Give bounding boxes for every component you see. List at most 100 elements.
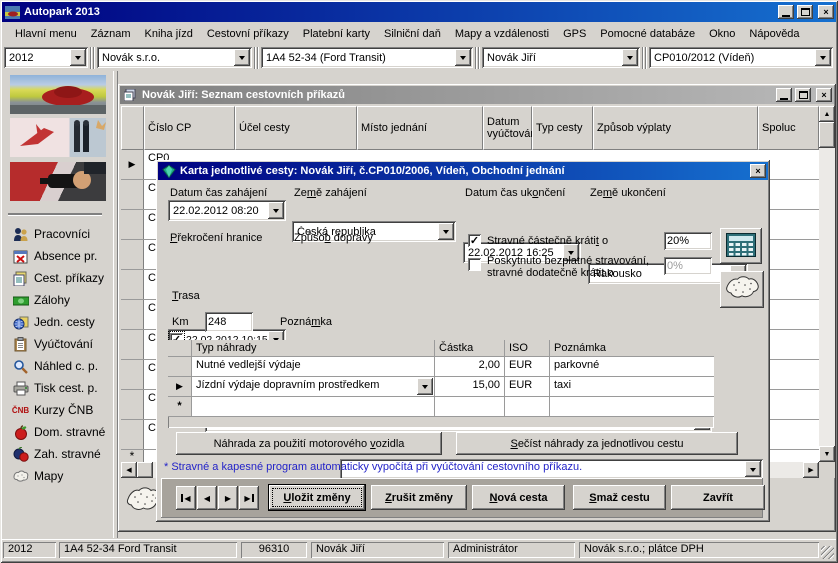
sidebar-item-nahled[interactable]: Náhled c. p.	[12, 358, 98, 374]
column-header-misto-jednani[interactable]: Místo jednání	[357, 106, 483, 150]
chevron-down-icon[interactable]	[268, 202, 284, 219]
menu-okno[interactable]: Okno	[702, 25, 742, 43]
chevron-down-icon[interactable]	[455, 49, 471, 66]
chevron-down-icon[interactable]	[745, 461, 761, 477]
close-button[interactable]: ×	[816, 88, 832, 102]
column-header-typ-cesty[interactable]: Typ cesty	[532, 106, 593, 150]
column-header-datum-vyuctovani[interactable]: Datum vyúčtování	[483, 106, 532, 150]
vertical-scrollbar[interactable]: ▲ ▼	[819, 106, 835, 462]
chevron-down-icon[interactable]	[234, 49, 250, 66]
vehicle-combobox[interactable]: 1A4 52-34 (Ford Transit)	[261, 47, 473, 68]
column-header-spolucestujici[interactable]: Spoluc	[758, 106, 819, 150]
maximize-button[interactable]	[795, 88, 811, 102]
company-combobox[interactable]: Novák s.r.o.	[97, 47, 252, 68]
save-changes-button[interactable]: Uložit změny	[268, 484, 366, 511]
first-record-button[interactable]: ◀	[176, 486, 196, 510]
row-selector[interactable]	[121, 270, 144, 299]
menu-platebni-karty[interactable]: Platební karty	[296, 25, 377, 43]
meal-reduction-row: ✓ Stravné částečně krátit o	[468, 234, 608, 247]
start-datetime-combobox[interactable]: 22.02.2012 08:20	[168, 200, 286, 221]
chevron-down-icon[interactable]	[622, 49, 638, 66]
menu-hlavni-menu[interactable]: Hlavní menu	[8, 25, 84, 43]
menu-napoveda[interactable]: Nápověda	[742, 25, 806, 43]
sidebar-item-mapy[interactable]: Mapy	[12, 468, 63, 484]
sidebar-item-dom-stravne[interactable]: Dom. stravné	[12, 424, 105, 440]
menu-gps[interactable]: GPS	[556, 25, 593, 43]
meal-reduction-checkbox[interactable]: ✓	[468, 234, 481, 247]
meal-reduction-input[interactable]	[664, 232, 712, 250]
resize-grip[interactable]	[821, 546, 834, 559]
menu-silnicni-dan[interactable]: Silniční daň	[377, 25, 448, 43]
menu-zaznam[interactable]: Záznam	[84, 25, 138, 43]
row-selector[interactable]	[121, 300, 144, 329]
sum-compensation-button[interactable]: Sečíst náhrady za jednotlivou cestu	[456, 432, 738, 455]
travel-orders-icon	[122, 87, 139, 103]
row-selector[interactable]	[121, 360, 144, 389]
expense-row-current[interactable]: ▶ Jízdní výdaje dopravním prostředkem 15…	[168, 377, 714, 397]
sidebar-item-jedn-cesty[interactable]: Jedn. cesty	[12, 314, 95, 330]
menubar: Hlavní menu Záznam Kniha jízd Cestovní p…	[2, 24, 836, 44]
column-header-ucel-cesty[interactable]: Účel cesty	[235, 106, 357, 150]
column-header-zpusob-vyplaty[interactable]: Způsob výplaty	[593, 106, 758, 150]
banknote-icon	[12, 292, 29, 308]
vehicle-compensation-button[interactable]: Náhrada za použití motorového vozidla	[176, 432, 442, 455]
expense-type-combobox[interactable]: Jízdní výdaje dopravním prostředkem	[192, 377, 435, 396]
sidebar-item-pracovnici[interactable]: Pracovníci	[12, 226, 90, 242]
sidebar-item-zalohy[interactable]: Zálohy	[12, 292, 70, 308]
expense-new-row[interactable]: *	[168, 397, 714, 417]
expenses-table: Typ náhrady Částka ISO Poznámka Nutné ve…	[168, 340, 714, 428]
scroll-right-icon[interactable]: ▶	[803, 462, 819, 478]
horizontal-scrollbar-thumb[interactable]	[137, 462, 153, 478]
menu-cestovni-prikazy[interactable]: Cestovní příkazy	[200, 25, 296, 43]
menu-pomocne-databaze[interactable]: Pomocné databáze	[593, 25, 702, 43]
delete-trip-button[interactable]: Smaž cestu	[573, 485, 666, 510]
row-selector[interactable]	[121, 390, 144, 419]
close-button[interactable]: ×	[818, 5, 834, 19]
sidebar-item-vyuctovani[interactable]: Vyúčtování	[12, 336, 93, 352]
status-vehicle: 1A4 52-34 Ford Transit	[59, 542, 237, 558]
sidebar-item-cest-prikazy[interactable]: Cest. příkazy	[12, 270, 104, 286]
row-selector[interactable]	[168, 357, 192, 376]
cancel-changes-button[interactable]: Zrušit změny	[371, 485, 467, 510]
menu-mapy-a-vzdalenosti[interactable]: Mapy a vzdálenosti	[448, 25, 556, 43]
row-selector[interactable]	[121, 330, 144, 359]
row-selector[interactable]	[121, 210, 144, 239]
sidebar-item-tisk[interactable]: Tisk cest. p.	[12, 380, 98, 396]
last-record-button[interactable]: ▶	[239, 486, 259, 510]
free-meals-checkbox[interactable]	[468, 258, 481, 271]
maximize-button[interactable]	[797, 5, 813, 19]
scroll-down-icon[interactable]: ▼	[819, 446, 835, 462]
chevron-down-icon[interactable]	[815, 49, 831, 66]
previous-record-button[interactable]: ◀	[197, 486, 217, 510]
sidebar-item-absence[interactable]: Absence pr.	[12, 248, 97, 264]
person-combobox[interactable]: Novák Jiří	[482, 47, 640, 68]
expenses-column-poznamka: Poznámka	[550, 340, 714, 356]
km-input[interactable]	[205, 312, 253, 332]
scroll-left-icon[interactable]: ◀	[121, 462, 137, 478]
year-combobox[interactable]: 2012	[4, 47, 88, 68]
travel-order-combobox[interactable]: CP010/2012 (Vídeň)	[649, 47, 833, 68]
next-record-button[interactable]: ▶	[218, 486, 238, 510]
close-icon[interactable]: ×	[750, 164, 766, 178]
expense-row[interactable]: Nutné vedlejší výdaje 2,00 EUR parkovné	[168, 357, 714, 377]
new-trip-button[interactable]: Nová cesta	[472, 485, 565, 510]
row-selector[interactable]	[121, 240, 144, 269]
scroll-up-icon[interactable]: ▲	[819, 106, 835, 122]
calculator-button[interactable]	[720, 228, 762, 264]
sidebar-item-zah-stravne[interactable]: Zah. stravné	[12, 446, 101, 462]
menu-kniha-jizd[interactable]: Kniha jízd	[138, 25, 200, 43]
row-selector[interactable]	[121, 420, 144, 449]
chevron-down-icon[interactable]	[70, 49, 86, 66]
vertical-scrollbar-thumb[interactable]	[819, 122, 835, 148]
close-dialog-button[interactable]: Zavřít	[671, 485, 765, 510]
minimize-button[interactable]	[778, 5, 794, 19]
free-meals-input[interactable]	[664, 257, 712, 275]
column-header-cislo-cp[interactable]: Číslo CP	[144, 106, 235, 150]
sidebar-item-kurzy-cnb[interactable]: ČNB Kurzy ČNB	[12, 402, 93, 418]
minimize-button[interactable]	[776, 88, 792, 102]
row-selector[interactable]	[121, 180, 144, 209]
chevron-down-icon[interactable]	[417, 378, 433, 395]
end-country-label: Země ukončení	[590, 187, 666, 199]
map-button[interactable]	[720, 271, 764, 308]
chevron-down-icon[interactable]	[438, 223, 454, 240]
